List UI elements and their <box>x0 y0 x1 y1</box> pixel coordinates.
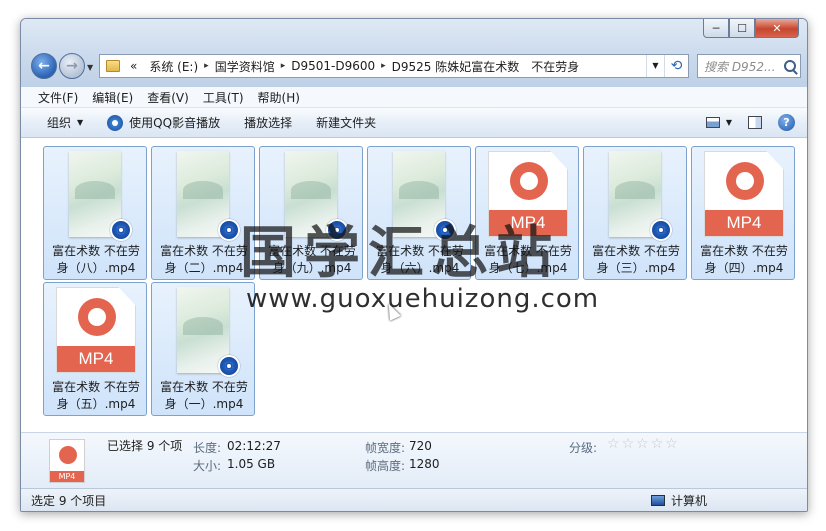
mp4-file-icon: MP4 <box>704 151 784 237</box>
organize-label: 组织 <box>47 116 72 130</box>
play-with-qq-label: 使用QQ影音播放 <box>129 116 221 130</box>
caption-buttons: ─ ☐ ✕ <box>703 19 799 38</box>
star-icon[interactable]: ☆ <box>651 436 664 452</box>
status-location-label: 计算机 <box>671 493 708 508</box>
file-name: 富在术数 不在劳 身（三）.mp4 <box>592 244 680 275</box>
qq-player-badge-icon <box>650 219 672 241</box>
file-tile[interactable]: 富在术数 不在劳 身（一）.mp4 <box>151 282 255 416</box>
address-bar[interactable]: « 系统 (E:) ▸ 国学资料馆 ▸ D9501-D9600 ▸ D9525 … <box>99 54 689 78</box>
file-name: 富在术数 不在劳 身（五）.mp4 <box>52 380 140 411</box>
status-location: 计算机 <box>651 492 707 509</box>
address-history-dropdown[interactable]: ▼ <box>646 55 664 77</box>
preview-pane-icon[interactable] <box>748 116 762 129</box>
forward-button[interactable]: → <box>59 53 85 79</box>
watermark-chinese: 国学汇总站 <box>240 220 560 286</box>
frame-height-label: 帧高度: <box>365 459 406 473</box>
chevron-down-icon: ▼ <box>77 118 84 127</box>
menu-file[interactable]: 文件(F) <box>31 89 85 106</box>
qq-player-badge-icon <box>218 355 240 377</box>
file-name: 富在术数 不在劳 身（一）.mp4 <box>160 380 248 411</box>
size-label: 大小: <box>193 459 222 473</box>
star-icon[interactable]: ☆ <box>636 436 649 452</box>
view-icon <box>705 117 720 128</box>
folder-icon <box>106 60 120 72</box>
watermark-url: www.guoxuehuizong.com <box>246 284 600 314</box>
back-button[interactable]: ← <box>31 53 57 79</box>
search-icon[interactable] <box>784 60 796 72</box>
star-icon[interactable]: ☆ <box>665 436 678 452</box>
new-folder-button[interactable]: 新建文件夹 <box>304 114 388 131</box>
file-name: 富在术数 不在劳 身（八）.mp4 <box>52 244 140 275</box>
mp4-file-icon: MP4 <box>49 439 85 483</box>
length-label: 长度: <box>193 441 222 455</box>
menu-view[interactable]: 查看(V) <box>140 89 196 106</box>
refresh-icon[interactable]: ⟲ <box>664 55 688 77</box>
menu-edit[interactable]: 编辑(E) <box>85 89 140 106</box>
command-bar: 组织 ▼ 使用QQ影音播放 播放选择 新建文件夹 ▼ ? <box>21 108 807 138</box>
minimize-button[interactable]: ─ <box>703 19 729 38</box>
file-tile[interactable]: MP4 富在术数 不在劳 身（五）.mp4 <box>43 282 147 416</box>
breadcrumb-folder-range[interactable]: D9501-D9600 <box>285 59 381 73</box>
star-icon[interactable]: ☆ <box>607 436 620 452</box>
length-value: 02:12:27 <box>227 439 281 453</box>
arrow-right-icon: → <box>66 58 78 74</box>
status-bar: 选定 9 个项目 计算机 <box>21 488 807 511</box>
change-view-button[interactable]: ▼ <box>705 117 732 128</box>
status-selection-text: 选定 9 个项目 <box>31 493 107 508</box>
organize-button[interactable]: 组织 ▼ <box>35 114 95 131</box>
chevron-down-icon: ▼ <box>725 118 732 127</box>
recent-pages-dropdown[interactable]: ▼ <box>87 63 93 72</box>
play-with-qq-button[interactable]: 使用QQ影音播放 <box>95 114 232 131</box>
arrow-left-icon: ← <box>38 58 50 74</box>
file-name: 富在术数 不在劳 身（二）.mp4 <box>160 244 248 275</box>
file-tile[interactable]: 富在术数 不在劳 身（三）.mp4 <box>583 146 687 280</box>
qq-player-icon <box>107 114 124 131</box>
play-selection-button[interactable]: 播放选择 <box>232 114 304 131</box>
menu-tools[interactable]: 工具(T) <box>196 89 251 106</box>
qq-player-badge-icon <box>110 219 132 241</box>
frame-width-value: 720 <box>409 439 432 453</box>
breadcrumb-current-folder[interactable]: D9525 陈姝妃富在术数 不在劳身 <box>386 58 586 75</box>
details-pane: MP4 已选择 9 个项 长度: 02:12:27 大小: 1.05 GB 帧宽… <box>21 432 807 488</box>
close-button[interactable]: ✕ <box>755 19 799 38</box>
maximize-button[interactable]: ☐ <box>729 19 755 38</box>
size-value: 1.05 GB <box>227 457 276 471</box>
help-icon[interactable]: ? <box>778 114 795 131</box>
search-input[interactable]: 搜索 D952... <box>697 54 801 78</box>
title-bar: ─ ☐ ✕ ← → ▼ « 系统 (E:) ▸ 国学资料馆 ▸ D9501-D9… <box>21 19 807 87</box>
frame-width-label: 帧宽度: <box>365 441 406 455</box>
rating-label: 分级: <box>569 441 598 455</box>
file-tile[interactable]: MP4 富在术数 不在劳 身（四）.mp4 <box>691 146 795 280</box>
search-placeholder: 搜索 D952... <box>704 59 776 74</box>
selection-count: 已选择 9 个项 <box>107 439 183 453</box>
qq-player-badge-icon <box>218 219 240 241</box>
file-tile[interactable]: 富在术数 不在劳 身（八）.mp4 <box>43 146 147 280</box>
file-name: 富在术数 不在劳 身（四）.mp4 <box>700 244 788 275</box>
rating-stars[interactable]: ☆ ☆ ☆ ☆ ☆ <box>607 436 678 452</box>
computer-icon <box>651 494 665 506</box>
menu-bar: 文件(F) 编辑(E) 查看(V) 工具(T) 帮助(H) <box>21 87 807 108</box>
breadcrumb-folder-library[interactable]: 国学资料馆 <box>209 58 281 75</box>
frame-height-value: 1280 <box>409 457 440 471</box>
breadcrumb-drive[interactable]: 系统 (E:) <box>143 58 204 75</box>
menu-help[interactable]: 帮助(H) <box>251 89 307 106</box>
mp4-file-icon: MP4 <box>56 287 136 373</box>
breadcrumb-overflow[interactable]: « <box>124 59 143 73</box>
star-icon[interactable]: ☆ <box>622 436 635 452</box>
